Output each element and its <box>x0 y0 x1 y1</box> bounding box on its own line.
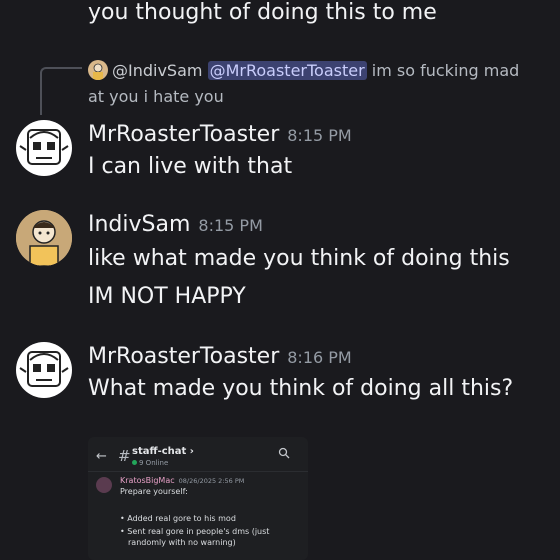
channel-hash-icon: # <box>118 447 131 465</box>
embed-text: • Sent real gore in people's dms (just <box>120 527 270 536</box>
reply-avatar <box>88 60 108 80</box>
message-timestamp: 8:15 PM <box>287 126 352 145</box>
divider <box>88 471 308 472</box>
message-author[interactable]: IndivSam <box>88 212 190 237</box>
reply-reference[interactable]: @IndivSam @MrRoasterToaster im so fuckin… <box>88 58 528 110</box>
back-arrow-icon: ← <box>96 449 107 464</box>
reply-connector <box>40 67 82 115</box>
message-text: What made you think of doing all this? <box>88 376 514 401</box>
message-text: like what made you think of doing this <box>88 246 510 271</box>
image-attachment[interactable]: ← # staff-chat › 9 Online KratosBigMac 08… <box>88 437 308 560</box>
chat-view: you thought of doing this to me @IndivSa… <box>0 0 560 560</box>
mention-chip[interactable]: @MrRoasterToaster <box>207 61 367 80</box>
embed-text: Prepare yourself: <box>120 487 188 496</box>
avatar[interactable] <box>16 210 72 266</box>
online-dot-icon <box>132 460 137 465</box>
embed-text: • Added real gore to his mod <box>120 514 236 523</box>
message-timestamp: 8:15 PM <box>198 216 263 235</box>
previous-message-text: you thought of doing this to me <box>88 0 437 25</box>
message-text: I can live with that <box>88 154 293 179</box>
message-author[interactable]: MrRoasterToaster <box>88 344 279 369</box>
search-icon <box>278 447 290 462</box>
reply-author[interactable]: @IndivSam <box>112 61 202 80</box>
embed-text: randomly with no warning) <box>128 538 236 547</box>
message-text: IM NOT HAPPY <box>88 284 246 309</box>
avatar <box>96 477 112 493</box>
reply-text-line2: at you i hate you <box>88 87 224 106</box>
message-timestamp: 8:16 PM <box>287 348 352 367</box>
avatar[interactable] <box>16 120 72 176</box>
reply-text: im so fucking mad <box>366 61 520 80</box>
embed-author: KratosBigMac 08/26/2025 2:56 PM <box>120 476 245 485</box>
channel-name: staff-chat › <box>132 446 194 457</box>
avatar[interactable] <box>16 342 72 398</box>
online-count: 9 Online <box>132 459 168 467</box>
message-author[interactable]: MrRoasterToaster <box>88 122 279 147</box>
